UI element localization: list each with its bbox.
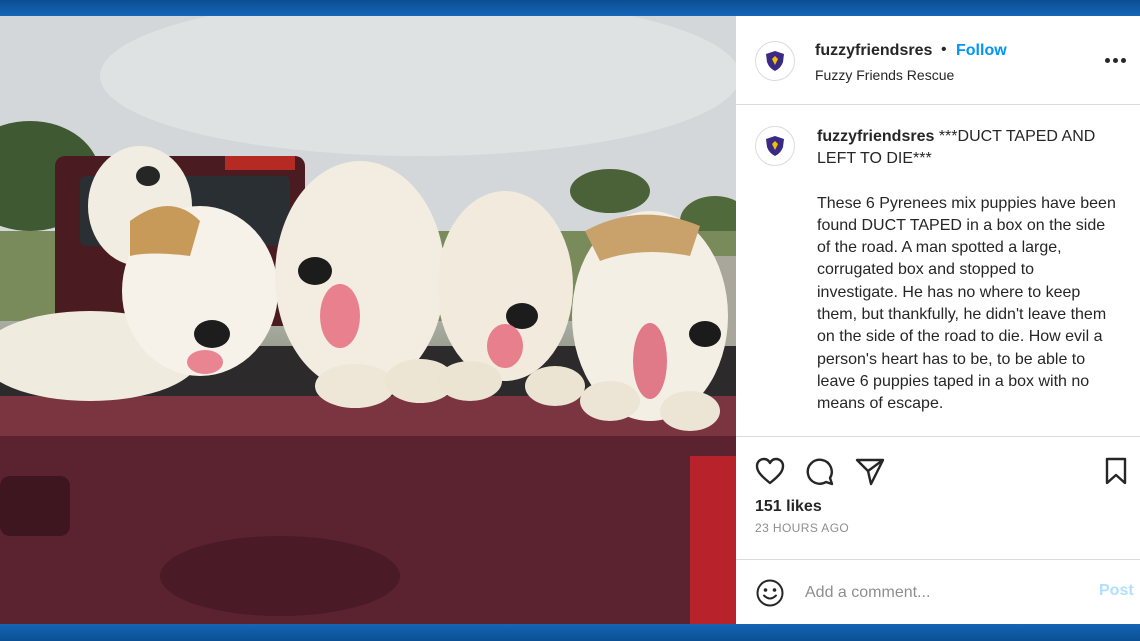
follow-button[interactable]: Follow (956, 42, 1007, 60)
post-header: fuzzyfriendsres • Follow Fuzzy Friends R… (736, 16, 1140, 105)
post-comment-button[interactable]: Post (1099, 582, 1134, 600)
frame-top-bar (0, 0, 1140, 16)
post-side-panel: fuzzyfriendsres • Follow Fuzzy Friends R… (736, 16, 1140, 624)
caption-section: fuzzyfriendsres ***DUCT TAPED AND LEFT T… (736, 105, 1140, 437)
send-icon[interactable] (854, 456, 886, 486)
caption-avatar[interactable] (755, 126, 795, 166)
avatar[interactable] (755, 41, 795, 81)
post-photo[interactable] (0, 16, 736, 624)
comment-input[interactable] (805, 580, 1075, 606)
emoji-icon[interactable] (755, 578, 785, 608)
caption-username[interactable]: fuzzyfriendsres (817, 128, 934, 145)
post-timestamp[interactable]: 23 HOURS AGO (755, 521, 849, 535)
username-link[interactable]: fuzzyfriendsres (815, 42, 932, 60)
bookmark-icon[interactable] (1102, 456, 1130, 486)
more-options-icon[interactable] (1105, 50, 1129, 70)
comment-icon[interactable] (804, 456, 836, 486)
heart-icon[interactable] (754, 456, 786, 486)
shield-logo-icon (766, 51, 784, 71)
frame-bottom-bar (0, 624, 1140, 641)
likes-count[interactable]: 151 likes (755, 498, 822, 516)
separator-dot: • (941, 41, 947, 58)
action-bar (736, 452, 1140, 488)
puppies-photo-illustration (0, 16, 736, 624)
comment-bar: Post (736, 559, 1140, 624)
caption-body: These 6 Pyrenees mix puppies have been f… (817, 194, 1116, 413)
display-name: Fuzzy Friends Rescue (815, 67, 955, 83)
shield-logo-icon (766, 136, 784, 156)
post-caption: fuzzyfriendsres ***DUCT TAPED AND LEFT T… (817, 126, 1117, 438)
